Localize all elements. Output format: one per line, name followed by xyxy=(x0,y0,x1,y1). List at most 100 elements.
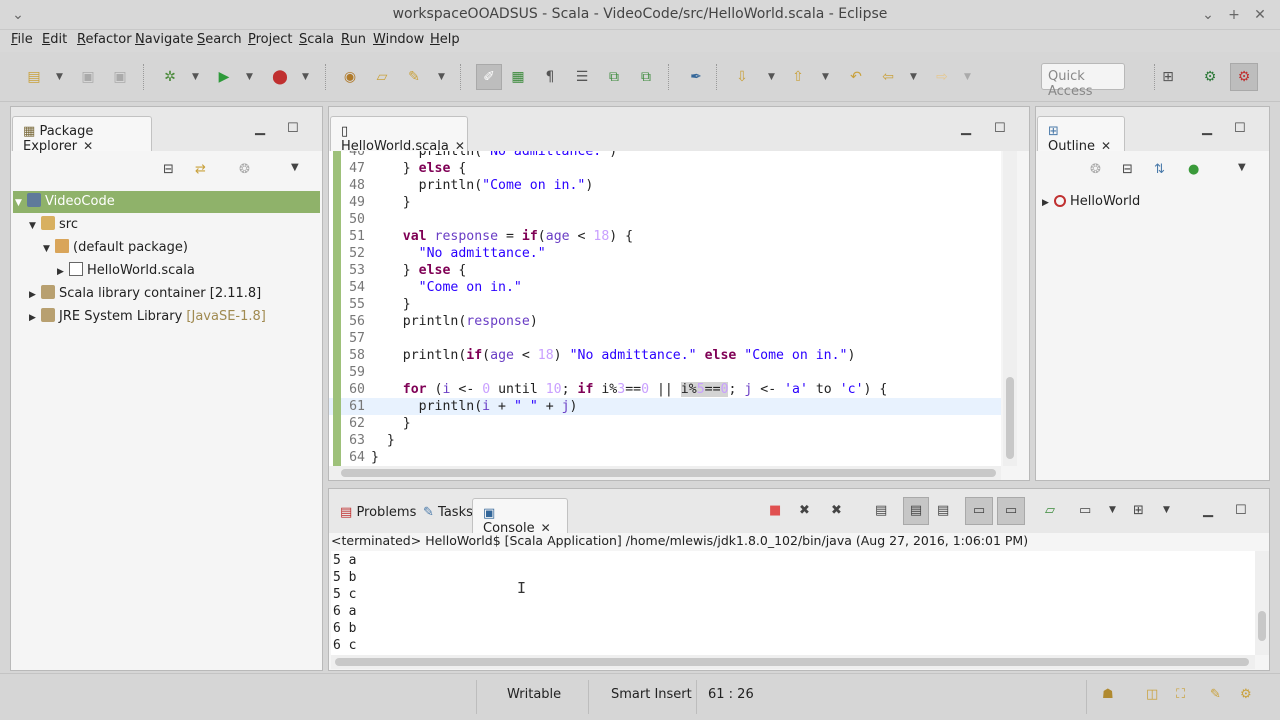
minimize-view-icon[interactable]: ▁ xyxy=(255,121,265,136)
remove-all-terminated-icon[interactable]: ✖ xyxy=(831,503,842,518)
tree-item-default-package[interactable]: ▼ (default package) xyxy=(13,237,320,259)
show-on-stderr-icon[interactable]: ▭ xyxy=(997,497,1025,525)
tab-outline[interactable]: ⊞ Outline ✕ xyxy=(1037,116,1125,154)
toggle-mark-occurrences-icon[interactable]: ✐ xyxy=(476,64,502,90)
terminate-icon[interactable]: ■ xyxy=(769,503,781,518)
tray-icon-a[interactable]: ☗ xyxy=(1102,687,1114,702)
open-folder-icon[interactable]: ▱ xyxy=(372,67,392,87)
menu-window[interactable]: Window xyxy=(373,32,424,47)
external-tools-dropdown-icon[interactable]: ▼ xyxy=(302,67,309,87)
scroll-thumb[interactable] xyxy=(335,658,1249,666)
maximize-view-icon[interactable]: ☐ xyxy=(287,121,299,136)
tab-problems[interactable]: ▤ Problems xyxy=(330,498,426,533)
outline-item-helloworld[interactable]: ▶ HelloWorld xyxy=(1038,191,1267,213)
close-window-icon[interactable]: ✕ xyxy=(1250,5,1270,25)
save-icon[interactable]: ▣ xyxy=(78,67,98,87)
tray-icon-b[interactable]: ◫ xyxy=(1146,687,1158,702)
tab-console[interactable]: ▣ Console ✕ xyxy=(472,498,568,536)
menu-search[interactable]: Search xyxy=(197,32,242,47)
tree-item-project[interactable]: ▼ VideoCode xyxy=(13,191,320,213)
maximize-icon[interactable]: + xyxy=(1224,5,1244,25)
menu-scala[interactable]: Scala xyxy=(299,32,334,47)
sort-icon[interactable]: ⇅ xyxy=(1154,162,1165,177)
show-on-stdout-icon[interactable]: ▭ xyxy=(965,497,993,525)
tree-item-src[interactable]: ▼ src xyxy=(13,214,320,236)
menu-help[interactable]: Help xyxy=(430,32,460,47)
open-type-icon[interactable]: ◉ xyxy=(340,67,360,87)
quick-access-input[interactable]: Quick Access xyxy=(1041,63,1125,99)
tray-icon-e[interactable]: ⚙ xyxy=(1240,687,1252,702)
next-annotation-dropdown-icon[interactable]: ▼ xyxy=(768,67,775,87)
maximize-view-icon[interactable]: ☐ xyxy=(994,121,1006,136)
tree-item-jre-library[interactable]: ▶ JRE System Library [JavaSE-1.8] xyxy=(13,306,320,328)
tab-package-explorer[interactable]: ▦ Package Explorer ✕ xyxy=(12,116,152,154)
last-edit-icon[interactable]: ↶ xyxy=(846,67,866,87)
link-with-editor-icon[interactable]: ⇄ xyxy=(195,162,206,177)
java-perspective-icon[interactable]: ⚙ xyxy=(1200,67,1220,87)
pin-console-icon[interactable]: ▱ xyxy=(1045,503,1055,518)
previous-annotation-icon[interactable]: ⇧ xyxy=(788,67,808,87)
minimize-view-icon[interactable]: ▁ xyxy=(1202,121,1212,136)
maximize-view-icon[interactable]: ☐ xyxy=(1234,121,1246,136)
format-icon[interactable]: ☰ xyxy=(572,67,592,87)
console-horizontal-scrollbar[interactable] xyxy=(331,655,1255,669)
view-menu-icon[interactable]: ▼ xyxy=(291,162,299,173)
external-tools-icon[interactable]: ⬤ xyxy=(270,67,290,87)
new-dropdown-icon[interactable]: ▼ xyxy=(56,67,63,87)
scroll-lock-icon[interactable]: ▤ xyxy=(903,497,929,525)
hide-fields-icon[interactable]: ● xyxy=(1188,162,1199,177)
debug-icon[interactable]: ✲ xyxy=(160,67,180,87)
display-console-dropdown-icon[interactable]: ▼ xyxy=(1109,505,1116,515)
tray-icon-d[interactable]: ✎ xyxy=(1210,687,1221,702)
next-annotation-icon[interactable]: ⇩ xyxy=(732,67,752,87)
search-dropdown-icon[interactable]: ▼ xyxy=(438,67,445,87)
back-icon[interactable]: ⇦ xyxy=(878,67,898,87)
pin-icon[interactable]: ✒ xyxy=(686,67,706,87)
menu-edit[interactable]: Edit xyxy=(42,32,67,47)
minimize-view-icon[interactable]: ▁ xyxy=(1203,503,1213,518)
remove-launch-icon[interactable]: ✖ xyxy=(799,503,810,518)
save-all-icon[interactable]: ▣ xyxy=(110,67,130,87)
clear-console-icon[interactable]: ▤ xyxy=(875,503,887,518)
open-console-dropdown-icon[interactable]: ▼ xyxy=(1163,505,1170,515)
open-console-icon[interactable]: ⊞ xyxy=(1133,503,1144,518)
collapse-all-icon[interactable]: ⊟ xyxy=(163,162,174,177)
show-whitespace-icon[interactable]: ¶ xyxy=(540,67,560,87)
menu-run[interactable]: Run xyxy=(341,32,366,47)
editor-vertical-scrollbar[interactable] xyxy=(1003,151,1017,466)
focus-icon[interactable]: ❂ xyxy=(239,162,250,177)
tree-item-scala-library[interactable]: ▶ Scala library container [2.11.8] xyxy=(13,283,320,305)
scroll-thumb[interactable] xyxy=(341,469,996,477)
code-editor[interactable]: 46 println("No admittance.") 47 } else {… xyxy=(329,151,1001,466)
run-icon[interactable]: ▶ xyxy=(214,67,234,87)
open-perspective-icon[interactable]: ⊞ xyxy=(1158,67,1178,87)
tab-helloworld-scala[interactable]: ▯ HelloWorld.scala ✕ xyxy=(330,116,468,154)
close-icon[interactable]: ✕ xyxy=(1101,139,1111,153)
minimize-view-icon[interactable]: ▁ xyxy=(961,121,971,136)
close-icon[interactable]: ✕ xyxy=(83,139,93,153)
back-dropdown-icon[interactable]: ▼ xyxy=(910,67,917,87)
editor-horizontal-scrollbar[interactable] xyxy=(329,466,1001,480)
scala-perspective-icon[interactable]: ⚙ xyxy=(1230,63,1258,91)
maximize-view-icon[interactable]: ☐ xyxy=(1235,503,1247,518)
search-tool-icon[interactable]: ✎ xyxy=(404,67,424,87)
menu-project[interactable]: Project xyxy=(248,32,293,47)
new-icon[interactable]: ▤ xyxy=(24,67,44,87)
scala-worksheet-icon[interactable]: ⧉ xyxy=(604,67,624,87)
forward-icon[interactable]: ⇨ xyxy=(932,67,952,87)
run-dropdown-icon[interactable]: ▼ xyxy=(246,67,253,87)
menu-navigate[interactable]: Navigate xyxy=(135,32,193,47)
scroll-thumb[interactable] xyxy=(1258,611,1266,641)
console-vertical-scrollbar[interactable] xyxy=(1255,551,1269,655)
minimize-icon[interactable]: ⌄ xyxy=(1198,5,1218,25)
forward-dropdown-icon[interactable]: ▼ xyxy=(964,67,971,87)
console-output[interactable]: 5 a 5 b 5 c 6 a 6 b 6 c I xyxy=(331,551,1255,655)
previous-annotation-dropdown-icon[interactable]: ▼ xyxy=(822,67,829,87)
tray-icon-c[interactable]: ⛶ xyxy=(1176,687,1185,702)
menu-file[interactable]: File xyxy=(11,32,33,47)
toggle-block-icon[interactable]: ▦ xyxy=(508,67,528,87)
tree-item-helloworld-file[interactable]: ▶ HelloWorld.scala xyxy=(13,260,320,282)
menu-refactor[interactable]: Refactor xyxy=(77,32,132,47)
display-console-icon[interactable]: ▭ xyxy=(1079,503,1091,518)
focus-icon[interactable]: ❂ xyxy=(1090,162,1101,177)
